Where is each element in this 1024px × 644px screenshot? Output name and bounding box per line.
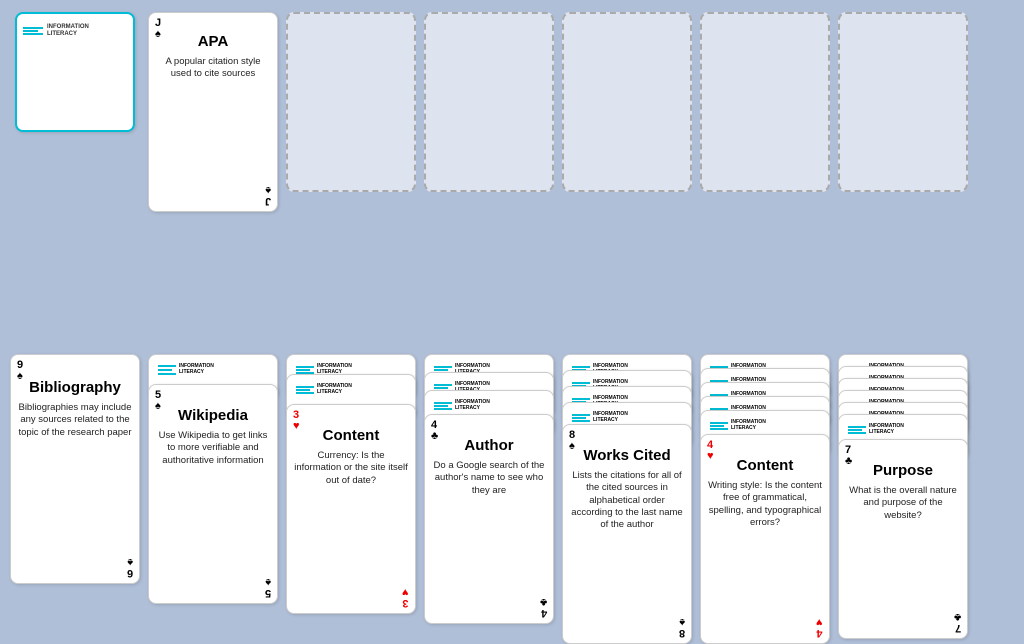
content1-body: Currency: Is the information or the site… [293,450,409,487]
wc-body: Lists the citations for all of the cited… [569,470,685,532]
content-writing-card[interactable]: 4♥ 4♥ Content Writing style: Is the cont… [700,434,830,644]
author-body: Do a Google search of the author's name … [431,460,547,497]
content1-corner-br: 3♥ [402,586,409,608]
empty-card-5 [700,12,830,192]
bib-corner-br: 6♠ [127,556,133,578]
empty-card-3 [424,12,554,192]
author-title: Author [431,437,547,454]
logo-line1: INFORMATION [47,24,89,31]
author-corner-tl: 4♣ [431,420,438,442]
bottom-col-4: INFORMATIONLITERACY INFORMATIONLITERACY … [562,354,692,584]
bottom-col-0: 9♠ 6♠ Bibliography Bibliographies may in… [10,354,140,584]
bib-corner-tl: 9♠ [17,360,23,382]
author-corner-br: 4♣ [540,596,547,618]
wiki-corner-br: 5♠ [265,576,271,598]
p-title: Purpose [845,462,961,479]
wc-title: Works Cited [569,447,685,464]
wc-corner-br: 8♠ [679,616,685,638]
empty-card-4 [562,12,692,192]
p-corner-tl: 7♣ [845,445,852,467]
c2-corner-tl: 4♥ [707,440,714,462]
content1-title: Content [293,427,409,444]
corner-tl: J ♠ [155,18,161,40]
bottom-col-1: INFORMATIONLITERACY 5♠ 5♠ Wikipedia Use … [148,354,278,584]
content1-corner-tl: 3♥ [293,410,300,432]
bottom-col-2: INFORMATIONLITERACY INFORMATIONLITERACY … [286,354,416,584]
author-card[interactable]: 4♣ 4♣ Author Do a Google search of the a… [424,414,554,624]
bottom-col-5: INFORMATIONLITERACY INFORMATIONLITERACY … [700,354,830,584]
c2-title: Content [707,457,823,474]
corner-br: J ♠ [265,184,271,206]
bottom-col-3: INFORMATIONLITERACY INFORMATIONLITERACY … [424,354,554,584]
bottom-row: 9♠ 6♠ Bibliography Bibliographies may in… [0,354,1024,592]
wiki-corner-tl: 5♠ [155,390,161,412]
bib-title: Bibliography [17,379,133,396]
apa-title: APA [155,33,271,50]
logo-card[interactable]: INFORMATION LITERACY [15,12,135,132]
empty-card-6 [838,12,968,192]
c2-corner-br: 4♥ [816,616,823,638]
empty-card-2 [286,12,416,192]
purpose-card[interactable]: 7♣ 7♣ Purpose What is the overall nature… [838,439,968,639]
apa-body: A popular citation style used to cite so… [155,56,271,81]
wiki-title: Wikipedia [155,407,271,424]
bib-body: Bibliographies may include any sources r… [17,402,133,439]
wiki-body: Use Wikipedia to get links to more verif… [155,430,271,467]
p-body: What is the overall nature and purpose o… [845,485,961,522]
bottom-col-6: INFORMATIONLITERACY INFORMATIONLITERACY … [838,354,968,584]
c2-body: Writing style: Is the content free of gr… [707,480,823,529]
bibliography-card[interactable]: 9♠ 6♠ Bibliography Bibliographies may in… [10,354,140,584]
wikipedia-card[interactable]: 5♠ 5♠ Wikipedia Use Wikipedia to get lin… [148,384,278,604]
wc-corner-tl: 8♠ [569,430,575,452]
p-corner-br: 7♣ [954,611,961,633]
works-cited-card[interactable]: 8♠ 8♠ Works Cited Lists the citations fo… [562,424,692,644]
content-currency-card[interactable]: 3♥ 3♥ Content Currency: Is the informati… [286,404,416,614]
logo-line2: LITERACY [47,31,89,38]
apa-card[interactable]: J ♠ J ♠ APA A popular citation style use… [148,12,278,212]
